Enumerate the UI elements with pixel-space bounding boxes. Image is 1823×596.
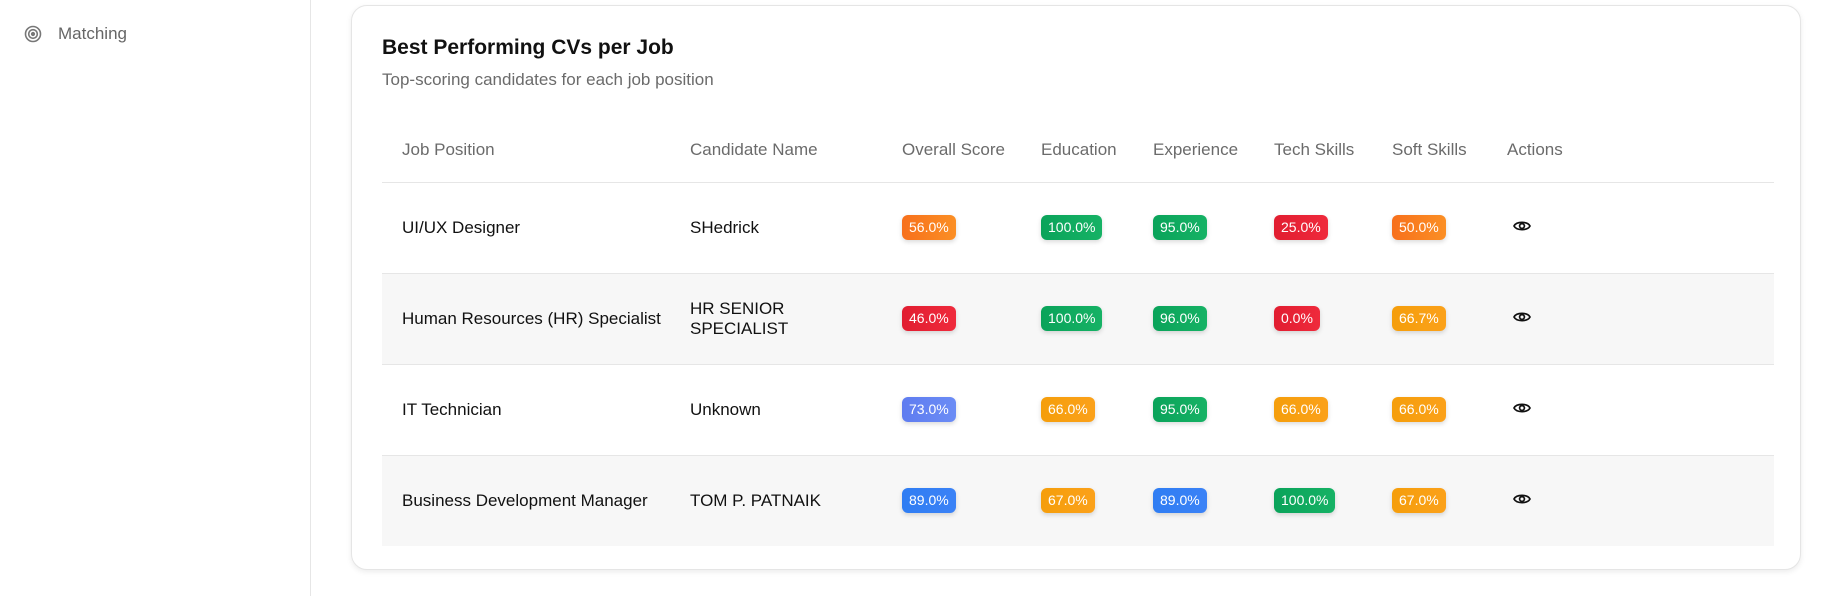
education-score-badge: 66.0% [1041,397,1095,422]
sidebar-item-label: Matching [58,24,127,43]
soft-skills-cell: 67.0% [1372,455,1487,546]
tech-skills-score-badge: 0.0% [1274,306,1320,331]
tech-skills-score-badge: 100.0% [1274,488,1336,514]
overall-score-cell: 46.0% [882,273,1021,365]
soft-skills-cell: 66.7% [1372,273,1487,365]
experience-cell: 95.0% [1133,182,1254,274]
soft-skills-score-badge: 66.0% [1392,397,1446,422]
job-position-cell: Human Resources (HR) Specialist [382,273,670,365]
soft-skills-score-badge: 67.0% [1392,488,1446,514]
column-header-job-position: Job Position [382,118,670,183]
experience-score-badge: 89.0% [1153,488,1207,514]
job-position-cell: Business Development Manager [382,455,670,546]
experience-cell: 95.0% [1133,364,1254,456]
best-cvs-table: Job Position Candidate Name Overall Scor… [382,118,1774,546]
tech-skills-cell: 0.0% [1254,273,1372,365]
soft-skills-cell: 66.0% [1372,364,1487,456]
experience-score-badge: 95.0% [1153,397,1207,422]
column-header-education: Education [1021,118,1133,183]
education-cell: 100.0% [1021,273,1133,365]
actions-cell [1487,364,1774,456]
tech-skills-cell: 66.0% [1254,364,1372,456]
soft-skills-score-badge: 50.0% [1392,215,1446,240]
candidate-name-cell: TOM P. PATNAIK [670,455,882,546]
soft-skills-score-badge: 66.7% [1392,306,1446,331]
overall-score-cell: 89.0% [882,455,1021,546]
actions-cell [1487,455,1774,546]
actions-cell [1487,273,1774,365]
column-header-soft-skills: Soft Skills [1372,118,1487,183]
candidate-name-cell: Unknown [670,364,882,456]
overall-score-cell: 56.0% [882,182,1021,274]
card-subtitle: Top-scoring candidates for each job posi… [382,70,714,89]
tech-skills-score-badge: 25.0% [1274,215,1328,240]
table-row: Business Development Manager TOM P. PATN… [382,455,1774,546]
view-cv-button[interactable] [1509,215,1535,241]
best-cvs-card: Best Performing CVs per Job Top-scoring … [351,5,1801,570]
experience-cell: 96.0% [1133,273,1254,365]
overall-score-badge: 56.0% [902,215,956,240]
table-row: IT Technician Unknown 73.0% 66.0% 95.0% … [382,364,1774,456]
eye-icon [1513,400,1531,420]
column-header-actions: Actions [1487,118,1774,183]
overall-score-badge: 89.0% [902,488,956,514]
candidate-name-cell: HR SENIOR SPECIALIST [670,273,882,365]
experience-score-badge: 95.0% [1153,215,1207,240]
column-header-candidate-name: Candidate Name [670,118,882,183]
overall-score-badge: 73.0% [902,397,956,422]
education-score-badge: 100.0% [1041,215,1103,240]
candidate-name-cell: SHedrick [670,182,882,274]
tech-skills-cell: 25.0% [1254,182,1372,274]
table-row: Human Resources (HR) Specialist HR SENIO… [382,273,1774,365]
education-cell: 100.0% [1021,182,1133,274]
sidebar: Matching [0,0,311,596]
eye-icon [1513,218,1531,238]
actions-cell [1487,182,1774,274]
experience-score-badge: 96.0% [1153,306,1207,331]
column-header-experience: Experience [1133,118,1254,183]
experience-cell: 89.0% [1133,455,1254,546]
tech-skills-score-badge: 66.0% [1274,397,1328,422]
job-position-cell: IT Technician [382,364,670,456]
column-header-overall-score: Overall Score [882,118,1021,183]
view-cv-button[interactable] [1509,488,1535,514]
overall-score-badge: 46.0% [902,306,956,331]
job-position-cell: UI/UX Designer [382,182,670,274]
eye-icon [1513,491,1531,511]
education-score-badge: 100.0% [1041,306,1103,331]
education-cell: 67.0% [1021,455,1133,546]
eye-icon [1513,309,1531,329]
target-icon [24,25,42,43]
column-header-tech-skills: Tech Skills [1254,118,1372,183]
table-header-row: Job Position Candidate Name Overall Scor… [382,118,1774,183]
card-title: Best Performing CVs per Job [382,36,674,59]
education-score-badge: 67.0% [1041,488,1095,514]
education-cell: 66.0% [1021,364,1133,456]
soft-skills-cell: 50.0% [1372,182,1487,274]
table-row: UI/UX Designer SHedrick 56.0% 100.0% 95.… [382,182,1774,274]
overall-score-cell: 73.0% [882,364,1021,456]
sidebar-item-matching[interactable]: Matching [24,24,127,44]
tech-skills-cell: 100.0% [1254,455,1372,546]
main-content: Best Performing CVs per Job Top-scoring … [311,0,1823,596]
view-cv-button[interactable] [1509,397,1535,423]
view-cv-button[interactable] [1509,306,1535,332]
